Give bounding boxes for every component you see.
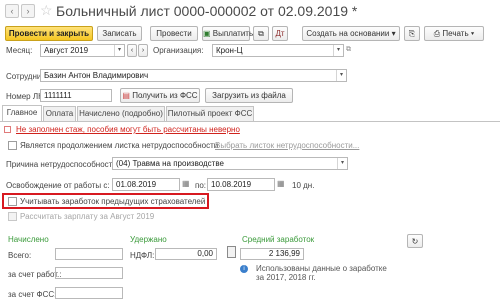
- post-close-button[interactable]: Провести и закрыть: [5, 26, 93, 41]
- employer-value: [55, 267, 123, 279]
- release-label: Освобождение от работы с:: [6, 181, 110, 190]
- tabs-divider: [0, 121, 500, 122]
- warning-link[interactable]: Не заполнен стаж, пособия могут быть рас…: [16, 125, 240, 134]
- window-title: Больничный лист 0000-000002 от 02.09.201…: [56, 3, 358, 19]
- structure-icon: ⧉: [258, 29, 264, 38]
- prev-insurers-label: Учитывать заработок предыдущих страховат…: [20, 197, 206, 206]
- accrued-header: Начислено: [8, 235, 49, 244]
- pay-icon: ▣: [203, 29, 211, 38]
- cause-label: Причина нетрудоспособности:: [6, 160, 119, 169]
- chevron-down-icon[interactable]: ▾: [337, 158, 347, 169]
- print-button[interactable]: ⎙ Печать ▾: [424, 26, 484, 41]
- calendar-icon[interactable]: ▦: [182, 179, 190, 188]
- chevron-down-icon[interactable]: ▾: [336, 70, 346, 81]
- structure-button[interactable]: ⧉: [253, 26, 269, 41]
- info-icon: i: [240, 265, 248, 273]
- continuation-checkbox[interactable]: [8, 141, 17, 150]
- save-button[interactable]: Записать: [97, 26, 142, 41]
- favorite-star-icon[interactable]: ☆: [40, 3, 53, 17]
- forward-button[interactable]: ›: [21, 4, 35, 18]
- pay-label: Выплатить: [212, 29, 254, 38]
- release-from-input[interactable]: 01.08.2019: [112, 178, 180, 191]
- avg-header: Средний заработок: [242, 235, 315, 244]
- create-basis-button[interactable]: Создать на основании ▾: [302, 26, 400, 41]
- release-to-input[interactable]: 10.08.2019: [207, 178, 275, 191]
- get-from-fss-label: Получить из ФСС: [132, 91, 198, 100]
- month-input[interactable]: Август 2019 ▾: [40, 44, 125, 57]
- chevron-down-icon[interactable]: ▾: [333, 45, 343, 56]
- print-label: Печать: [442, 29, 469, 38]
- attach-button[interactable]: ⎘: [404, 26, 420, 41]
- printer-icon: ⎙: [433, 29, 441, 38]
- edit-pencil-icon[interactable]: [227, 246, 236, 258]
- cause-select[interactable]: (04) Травма на производстве ▾: [112, 157, 348, 170]
- recalc-checkbox[interactable]: [8, 212, 17, 221]
- employee-input[interactable]: Базин Антон Владимирович ▾: [40, 69, 347, 82]
- employer-label: за счет работ.:: [8, 270, 62, 279]
- continuation-label: Является продолжением листка нетрудоспос…: [20, 141, 219, 150]
- month-next-button[interactable]: ›: [138, 44, 148, 57]
- withheld-header: Удержано: [130, 235, 167, 244]
- org-value: Крон-Ц: [216, 46, 243, 55]
- ledger-button[interactable]: Дт: [272, 26, 288, 41]
- total-label: Всего:: [8, 251, 32, 260]
- fss-icon: ▤: [122, 91, 130, 100]
- chevron-down-icon: ▾: [470, 29, 475, 38]
- load-from-file-button[interactable]: Загрузить из файла: [205, 88, 293, 103]
- month-prev-button[interactable]: ‹: [127, 44, 137, 57]
- tab-payment[interactable]: Оплата: [43, 106, 76, 121]
- tab-accrued-detail[interactable]: Начислено (подробно): [77, 106, 165, 121]
- back-button[interactable]: ‹: [5, 4, 19, 18]
- release-to-label: по:: [195, 181, 207, 190]
- fss-label: за счет ФСС:: [8, 290, 57, 299]
- avg-value: 2 136,99: [240, 248, 304, 260]
- ndfl-value: 0,00: [155, 248, 217, 260]
- days-count: 10 дн.: [292, 181, 315, 190]
- tab-fss-pilot[interactable]: Пилотный проект ФСС: [166, 106, 254, 121]
- paperclip-icon: ⎘: [408, 29, 416, 38]
- org-label: Организация:: [153, 46, 204, 55]
- month-label: Месяц:: [6, 46, 33, 55]
- open-link-icon[interactable]: ⧉: [346, 46, 351, 54]
- tab-main[interactable]: Главное: [2, 105, 42, 121]
- release-to-value: 10.08.2019: [211, 180, 252, 189]
- get-from-fss-button[interactable]: ▤ Получить из ФСС: [120, 88, 200, 103]
- cause-value: (04) Травма на производстве: [116, 159, 224, 168]
- info-text: Использованы данные о заработке за 2017,…: [256, 264, 387, 282]
- prev-insurers-checkbox[interactable]: [8, 197, 17, 206]
- release-from-value: 01.08.2019: [116, 180, 157, 189]
- select-sheet-link[interactable]: Выбрать листок нетрудоспособности...: [215, 141, 359, 150]
- ndfl-label: НДФЛ:: [130, 251, 155, 260]
- warning-icon: [4, 126, 11, 133]
- chevron-down-icon[interactable]: ▾: [114, 45, 124, 56]
- refresh-button[interactable]: ↻: [407, 234, 423, 248]
- pay-button[interactable]: ▣ Выплатить: [202, 26, 254, 41]
- ledger-icon: Дт: [275, 29, 285, 38]
- post-button[interactable]: Провести: [150, 26, 198, 41]
- fss-value: [55, 287, 123, 299]
- refresh-icon: ↻: [411, 237, 419, 246]
- employee-value: Базин Антон Владимирович: [44, 71, 149, 80]
- org-input[interactable]: Крон-Ц ▾: [212, 44, 344, 57]
- month-value: Август 2019: [44, 46, 89, 55]
- create-basis-label: Создать на основании: [306, 29, 390, 38]
- calendar-icon[interactable]: ▦: [277, 179, 285, 188]
- chevron-down-icon: ▾: [391, 29, 396, 38]
- total-value: [55, 248, 123, 260]
- ln-number-input[interactable]: 1111111: [40, 89, 112, 102]
- recalc-label: Рассчитать зарплату за Август 2019: [20, 212, 155, 221]
